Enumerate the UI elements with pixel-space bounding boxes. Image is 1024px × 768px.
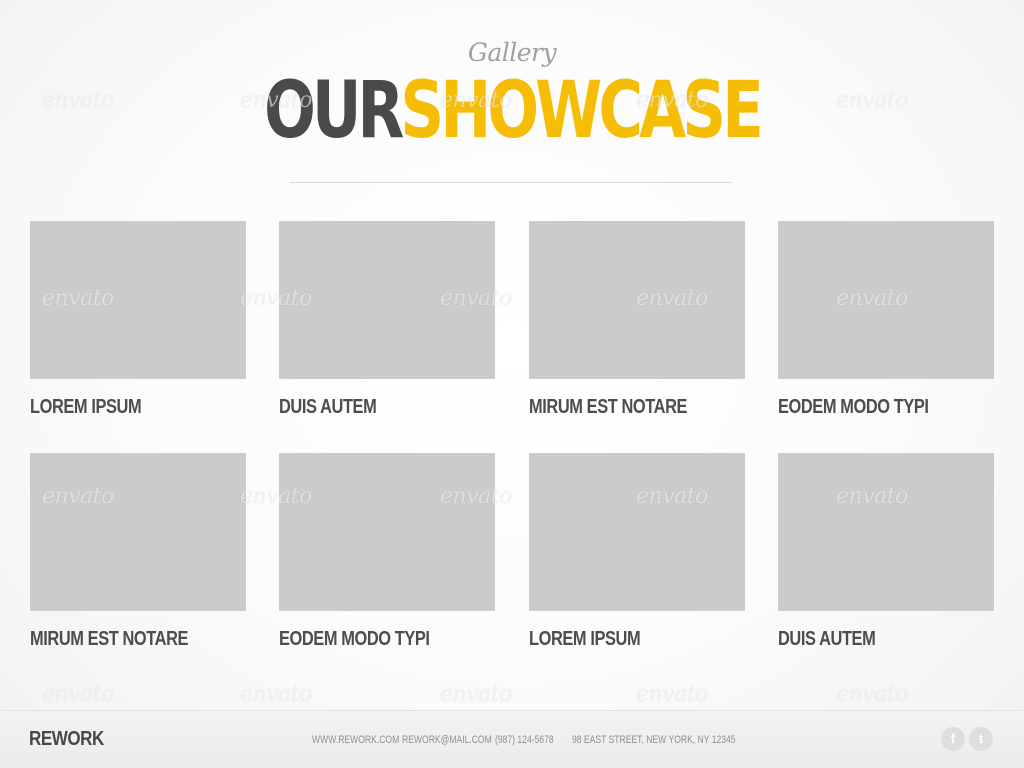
page-subtitle: Gallery — [467, 38, 557, 67]
gallery-item[interactable]: LOREM IPSUM — [529, 453, 745, 651]
footer-email-link[interactable]: REWORK@MAIL.COM — [402, 734, 492, 746]
gallery-caption[interactable]: LOREM IPSUM — [30, 396, 207, 419]
page-footer: REWORK WWW.REWORK.COM REWORK@MAIL.COM (9… — [0, 710, 1024, 768]
gallery-thumbnail[interactable] — [30, 221, 246, 379]
gallery-item[interactable]: EODEM MODO TYPI — [778, 221, 994, 419]
gallery-caption[interactable]: LOREM IPSUM — [529, 628, 706, 651]
gallery-caption[interactable]: DUIS AUTEM — [279, 396, 456, 419]
gallery-thumbnail[interactable] — [529, 221, 745, 379]
gallery-item[interactable]: DUIS AUTEM — [778, 453, 994, 651]
envato-watermark: envato — [440, 682, 512, 707]
gallery-item[interactable]: MIRUM EST NOTARE — [30, 453, 246, 651]
header-divider — [290, 182, 732, 183]
gallery-caption[interactable]: DUIS AUTEM — [778, 628, 955, 651]
gallery-caption[interactable]: MIRUM EST NOTARE — [529, 396, 706, 419]
gallery-thumbnail[interactable] — [279, 453, 495, 611]
gallery-thumbnail[interactable] — [778, 221, 994, 379]
gallery-thumbnail[interactable] — [778, 453, 994, 611]
gallery-item[interactable]: MIRUM EST NOTARE — [529, 221, 745, 419]
gallery-thumbnail[interactable] — [529, 453, 745, 611]
gallery-item[interactable]: LOREM IPSUM — [30, 221, 246, 419]
page-title-accent: SHOWCASE — [400, 66, 763, 156]
envato-watermark: envato — [240, 682, 312, 707]
footer-website-link[interactable]: WWW.REWORK.COM — [312, 734, 399, 746]
gallery-item[interactable]: EODEM MODO TYPI — [279, 453, 495, 651]
gallery-item[interactable]: DUIS AUTEM — [279, 221, 495, 419]
page-title: OURSHOWCASE — [113, 70, 912, 152]
footer-phone: (987) 124-5678 — [495, 734, 554, 746]
gallery-caption[interactable]: MIRUM EST NOTARE — [30, 628, 207, 651]
facebook-icon[interactable]: f — [941, 727, 965, 751]
page-title-dark: OUR — [264, 66, 404, 156]
gallery-thumbnail[interactable] — [30, 453, 246, 611]
page-header: Gallery OURSHOWCASE — [0, 38, 1024, 152]
gallery-thumbnail[interactable] — [279, 221, 495, 379]
gallery-caption[interactable]: EODEM MODO TYPI — [279, 628, 456, 651]
footer-address: 98 EAST STREET, NEW YORK, NY 12345 — [572, 734, 736, 746]
gallery-caption[interactable]: EODEM MODO TYPI — [778, 396, 955, 419]
envato-watermark: envato — [42, 682, 114, 707]
footer-brand: REWORK — [29, 728, 104, 750]
envato-watermark: envato — [836, 682, 908, 707]
envato-watermark: envato — [636, 682, 708, 707]
twitter-icon[interactable]: t — [969, 727, 993, 751]
